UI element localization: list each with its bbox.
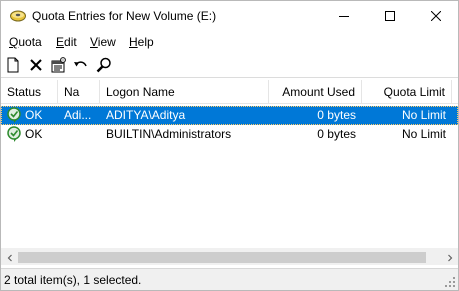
menu-help-label: elp xyxy=(137,35,154,49)
scrollbar-thumb[interactable] xyxy=(18,252,426,263)
cell-logon-name: ADITYA\Aditya xyxy=(106,108,186,122)
column-header-quota-limit[interactable]: Quota Limit xyxy=(362,80,452,104)
cell-amount-used: 0 bytes xyxy=(317,108,356,122)
chevron-left-icon xyxy=(7,254,12,261)
undo-icon xyxy=(74,61,87,67)
cell-amount-used: 0 bytes xyxy=(317,127,356,141)
menu-view[interactable]: View xyxy=(90,35,116,49)
resize-grip-icon[interactable] xyxy=(444,276,456,288)
quota-entries-window: Quota Entries for New Volume (E:) Quota … xyxy=(0,0,459,291)
scroll-left-button[interactable] xyxy=(1,249,18,266)
delete-icon xyxy=(30,59,42,71)
delete-button[interactable] xyxy=(27,56,45,74)
cell-quota-limit: No Limit xyxy=(401,127,446,141)
menu-quota-accel: Q xyxy=(9,35,19,49)
menu-edit-accel: E xyxy=(56,35,65,49)
new-quota-entry-icon xyxy=(7,57,19,73)
menu-edit-label: dit xyxy=(64,35,77,49)
column-header-logon-name[interactable]: Logon Name xyxy=(100,80,269,104)
properties-icon xyxy=(51,57,66,73)
status-bar: 2 total item(s), 1 selected. xyxy=(1,268,458,290)
cell-name: Adi... xyxy=(64,108,92,122)
menu-view-accel: V xyxy=(90,35,98,49)
close-button[interactable] xyxy=(413,1,458,31)
new-quota-entry-button[interactable] xyxy=(4,56,22,74)
toolbar xyxy=(1,52,458,78)
menu-bar: Quota Edit View Help xyxy=(1,32,458,52)
menu-edit[interactable]: Edit xyxy=(56,35,77,49)
menu-view-label: iew xyxy=(97,35,116,49)
chevron-right-icon xyxy=(447,254,452,261)
column-header-name[interactable]: Na xyxy=(58,80,100,104)
find-icon xyxy=(96,57,111,73)
drive-quota-icon xyxy=(10,9,26,23)
list-header: Status Na Logon Name Amount Used Quota L… xyxy=(1,80,458,104)
status-text: 2 total item(s), 1 selected. xyxy=(4,273,142,287)
table-row[interactable]: OK BUILTIN\Administrators 0 bytes No Lim… xyxy=(1,125,458,144)
undo-button[interactable] xyxy=(72,56,90,74)
quota-list[interactable]: Status Na Logon Name Amount Used Quota L… xyxy=(1,80,458,267)
cell-status: OK xyxy=(25,108,43,122)
table-row[interactable]: OK Adi... ADITYA\Aditya 0 bytes No Limit xyxy=(1,106,458,125)
scroll-right-button[interactable] xyxy=(441,249,458,266)
maximize-icon xyxy=(385,11,395,21)
cell-name xyxy=(58,125,100,144)
menu-quota-label: uota xyxy=(18,35,42,49)
window-title: Quota Entries for New Volume (E:) xyxy=(32,9,217,23)
close-icon xyxy=(431,11,441,21)
cell-logon-name: BUILTIN\Administrators xyxy=(106,127,232,141)
find-button[interactable] xyxy=(95,56,113,74)
properties-button[interactable] xyxy=(49,56,67,74)
column-header-amount-used[interactable]: Amount Used xyxy=(269,80,362,104)
column-header-status[interactable]: Status xyxy=(1,80,58,104)
maximize-button[interactable] xyxy=(367,1,413,31)
menu-help[interactable]: Help xyxy=(129,35,154,49)
minimize-button[interactable] xyxy=(321,1,367,31)
cell-status: OK xyxy=(25,127,43,141)
minimize-icon xyxy=(339,16,349,17)
menu-quota[interactable]: Quota xyxy=(9,35,42,49)
horizontal-scrollbar[interactable] xyxy=(1,248,458,265)
menu-help-accel: H xyxy=(129,35,138,49)
cell-quota-limit: No Limit xyxy=(401,108,446,122)
title-bar[interactable]: Quota Entries for New Volume (E:) xyxy=(1,1,458,32)
